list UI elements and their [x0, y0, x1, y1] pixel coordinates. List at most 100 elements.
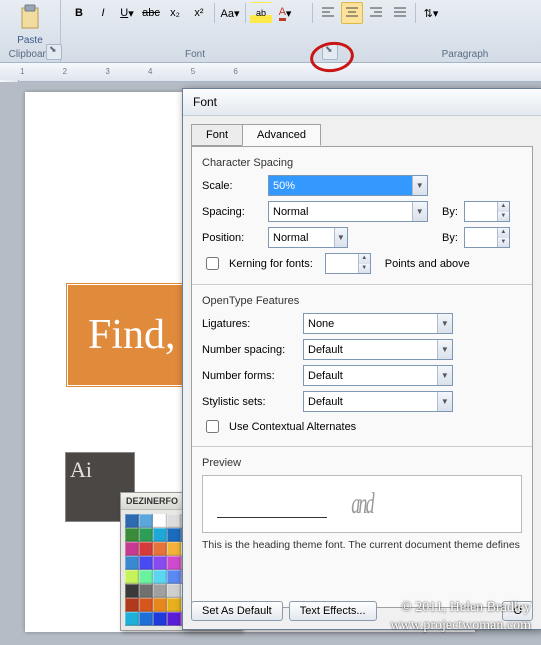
spin-down-icon[interactable]: ▼ [359, 264, 370, 274]
justify-button[interactable] [389, 2, 411, 24]
color-swatch[interactable] [167, 612, 181, 626]
position-by-spinner[interactable]: ▲▼ [464, 227, 510, 248]
color-swatch[interactable] [125, 584, 139, 598]
align-right-button[interactable] [365, 2, 387, 24]
font-dialog-launcher[interactable] [322, 44, 338, 60]
tab-advanced[interactable]: Advanced [242, 124, 321, 146]
color-swatch[interactable] [167, 528, 181, 542]
color-swatch[interactable] [167, 556, 181, 570]
spin-up-icon[interactable]: ▲ [498, 228, 509, 238]
number-forms-select[interactable]: ▼ [303, 365, 453, 386]
color-swatch[interactable] [125, 514, 139, 528]
highlight-button[interactable]: ab [250, 2, 272, 24]
color-swatch[interactable] [139, 570, 153, 584]
color-swatch[interactable] [139, 598, 153, 612]
spin-up-icon[interactable]: ▲ [498, 202, 509, 212]
position-by-input[interactable] [465, 228, 497, 247]
color-swatch[interactable] [125, 528, 139, 542]
ligatures-input[interactable] [304, 314, 437, 333]
spacing-select[interactable]: ▼ [268, 201, 428, 222]
align-left-button[interactable] [317, 2, 339, 24]
superscript-button[interactable]: x² [188, 2, 210, 24]
kerning-spinner[interactable]: ▲▼ [325, 253, 371, 274]
color-swatch[interactable] [167, 584, 181, 598]
color-swatch[interactable] [125, 570, 139, 584]
color-swatch[interactable] [139, 556, 153, 570]
kerning-checkbox[interactable] [206, 257, 219, 270]
italic-button[interactable]: I [92, 2, 114, 24]
number-spacing-select[interactable]: ▼ [303, 339, 453, 360]
color-swatch[interactable] [139, 528, 153, 542]
color-swatch[interactable] [125, 598, 139, 612]
stylistic-input[interactable] [304, 392, 437, 411]
align-center-button[interactable] [341, 2, 363, 24]
preview-label: Preview [202, 457, 522, 469]
subscript-button[interactable]: x₂ [164, 2, 186, 24]
paragraph-group-label: Paragraph [390, 49, 540, 60]
color-swatch[interactable] [139, 514, 153, 528]
tab-body: Character Spacing Scale: ▼ Spacing: ▼ By… [191, 146, 533, 608]
number-spacing-input[interactable] [304, 340, 437, 359]
horizontal-ruler[interactable]: 1 2 3 4 5 6 [0, 63, 541, 82]
color-swatch[interactable] [125, 612, 139, 626]
color-swatch[interactable] [167, 598, 181, 612]
position-select[interactable]: ▼ [268, 227, 348, 248]
tab-font[interactable]: Font [191, 124, 243, 146]
color-swatch[interactable] [167, 542, 181, 556]
contextual-checkbox[interactable] [206, 420, 219, 433]
spacing-input[interactable] [269, 202, 412, 221]
spacing-label: Spacing: [202, 206, 262, 218]
font-dialog: Font Font Advanced Character Spacing Sca… [182, 88, 541, 630]
chevron-down-icon[interactable]: ▼ [437, 314, 452, 333]
number-forms-input[interactable] [304, 366, 437, 385]
set-default-button[interactable]: Set As Default [191, 601, 283, 621]
color-swatch[interactable] [167, 570, 181, 584]
color-swatch[interactable] [153, 528, 167, 542]
color-swatch[interactable] [153, 598, 167, 612]
color-swatch[interactable] [153, 514, 167, 528]
watermark: © 2011, Helen Bradley www.projectwoman.c… [390, 599, 531, 635]
font-color-button[interactable]: A▾ [274, 2, 296, 24]
underline-button[interactable]: U▾ [116, 2, 138, 24]
paste-button[interactable] [0, 4, 60, 35]
strike-button[interactable]: abc [140, 2, 162, 24]
bold-button[interactable]: B [68, 2, 90, 24]
number-spacing-label: Number spacing: [202, 344, 297, 356]
color-swatch[interactable] [153, 584, 167, 598]
scale-select[interactable]: ▼ [268, 175, 428, 196]
color-swatch[interactable] [153, 542, 167, 556]
position-input[interactable] [269, 228, 334, 247]
watermark-line1: © 2011, Helen Bradley [390, 599, 531, 617]
spin-down-icon[interactable]: ▼ [498, 212, 509, 222]
spin-down-icon[interactable]: ▼ [498, 238, 509, 248]
line-spacing-button[interactable]: ⇅▾ [420, 2, 442, 24]
color-swatch[interactable] [125, 542, 139, 556]
chevron-down-icon[interactable]: ▼ [437, 340, 452, 359]
color-swatch[interactable] [153, 570, 167, 584]
chevron-down-icon[interactable]: ▼ [412, 176, 427, 195]
color-swatch[interactable] [153, 556, 167, 570]
color-swatch[interactable] [167, 514, 181, 528]
case-button[interactable]: Aa▾ [219, 2, 241, 24]
color-swatch[interactable] [125, 556, 139, 570]
by-label-2: By: [442, 232, 458, 244]
preview-description: This is the heading theme font. The curr… [202, 539, 522, 551]
ligatures-select[interactable]: ▼ [303, 313, 453, 334]
chevron-down-icon[interactable]: ▼ [412, 202, 427, 221]
spacing-by-spinner[interactable]: ▲▼ [464, 201, 510, 222]
color-swatch[interactable] [153, 612, 167, 626]
color-swatch[interactable] [139, 584, 153, 598]
number-forms-label: Number forms: [202, 370, 297, 382]
spin-up-icon[interactable]: ▲ [359, 254, 370, 264]
text-effects-button[interactable]: Text Effects... [289, 601, 377, 621]
chevron-down-icon[interactable]: ▼ [437, 392, 452, 411]
kerning-input[interactable] [326, 254, 358, 273]
chevron-down-icon[interactable]: ▼ [334, 228, 347, 247]
color-swatch[interactable] [139, 612, 153, 626]
stylistic-select[interactable]: ▼ [303, 391, 453, 412]
scale-input[interactable] [269, 176, 412, 195]
color-swatch[interactable] [139, 542, 153, 556]
clipboard-dialog-launcher[interactable] [46, 44, 62, 60]
chevron-down-icon[interactable]: ▼ [437, 366, 452, 385]
spacing-by-input[interactable] [465, 202, 497, 221]
